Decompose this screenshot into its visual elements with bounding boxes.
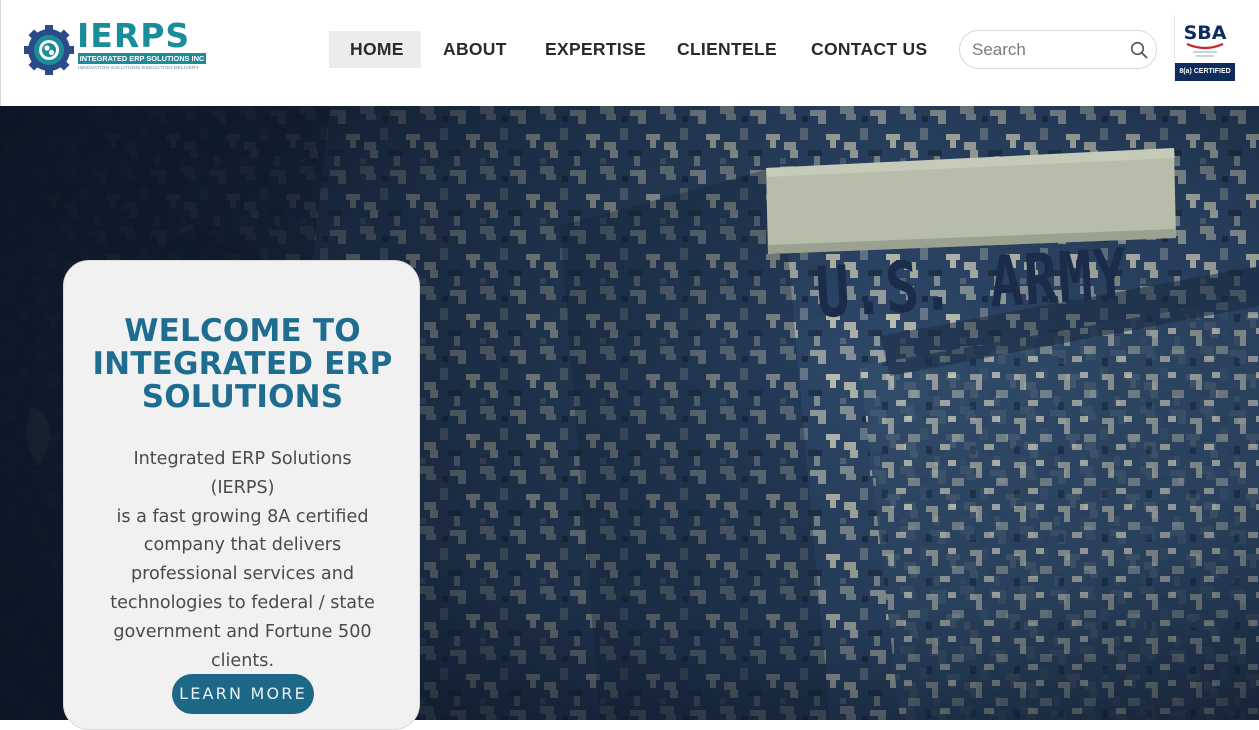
nav-item-contact-us[interactable]: CONTACT US [788, 31, 928, 68]
search-input[interactable] [972, 39, 1122, 61]
welcome-card: WELCOME TO INTEGRATED ERP SOLUTIONS Inte… [63, 260, 420, 730]
description-line: clients. [210, 650, 275, 671]
search-box [959, 30, 1157, 69]
sba-logo-icon: SBA [1184, 22, 1227, 57]
logo-wordmark: IERPS [77, 16, 191, 55]
nav-item-expertise[interactable]: EXPERTISE [523, 31, 654, 68]
nav-item-home[interactable]: HOME [329, 31, 421, 68]
description-line: company that delivers [143, 535, 342, 556]
welcome-title-line: INTEGRATED ERP [92, 346, 393, 382]
sba-8a-certified-badge[interactable]: SBA 8(a) CERTIFIED [1174, 15, 1235, 82]
logo-tagline: INNOVATION-SOLUTIONS-EXECUTION-DELIVERY [78, 66, 200, 71]
welcome-title: WELCOME TO INTEGRATED ERP SOLUTIONS [84, 315, 401, 414]
description-line: is a fast growing 8A certified [116, 506, 369, 527]
learn-more-button[interactable]: LEARN MORE [172, 674, 314, 714]
ierps-logo[interactable]: IERPS INTEGRATED ERP SOLUTIONS INC INNOV… [23, 18, 213, 78]
logo-gear-icon [24, 25, 74, 75]
welcome-title-line: WELCOME TO [124, 313, 361, 349]
nav-item-clientele[interactable]: CLIENTELE [654, 31, 788, 68]
sba-caption: 8(a) CERTIFIED [1175, 63, 1235, 81]
main-nav: HOME ABOUT EXPERTISE CLIENTELE CONTACT U… [329, 31, 928, 68]
description-line: government and Fortune 500 [113, 621, 372, 642]
description-line: professional services and [130, 564, 355, 585]
description-line: Integrated ERP Solutions (IERPS) [133, 449, 352, 498]
search-icon[interactable] [1130, 41, 1148, 59]
site-header: IERPS INTEGRATED ERP SOLUTIONS INC INNOV… [0, 0, 1259, 106]
welcome-title-line: SOLUTIONS [141, 379, 344, 415]
sba-mark: SBA [1184, 22, 1227, 44]
logo-company-name: INTEGRATED ERP SOLUTIONS INC [78, 53, 206, 64]
description-line: technologies to federal / state [110, 592, 375, 613]
nav-item-about[interactable]: ABOUT [421, 31, 523, 68]
welcome-description: Integrated ERP Solutions (IERPS) is a fa… [109, 445, 376, 675]
